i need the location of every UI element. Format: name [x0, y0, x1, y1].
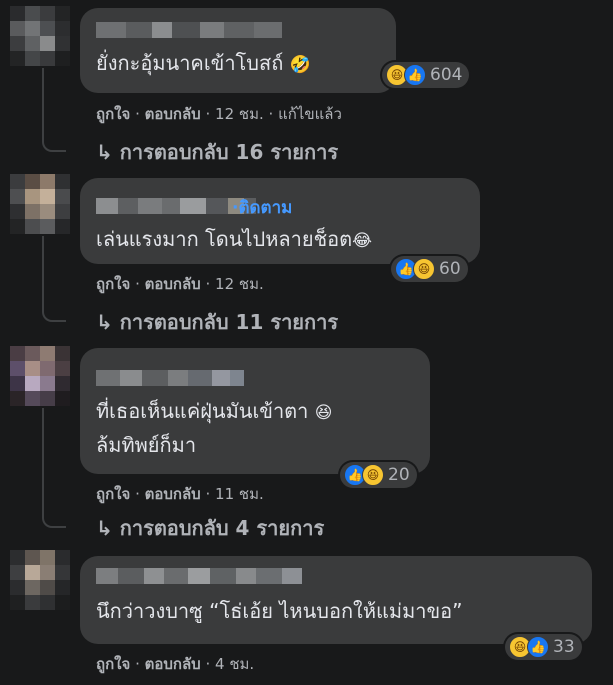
view-replies-link[interactable]: ↳ การตอบกลับ 4 รายการ [96, 512, 324, 544]
commenter-name-blurred[interactable] [96, 370, 244, 386]
thread-curve [42, 306, 66, 322]
reaction-count: 604 [430, 65, 463, 85]
thread-line [42, 68, 44, 140]
comment-actions: ถูกใจ · ตอบกลับ · 11 ชม. [96, 482, 264, 506]
comment-text-line2: ล้มทิพย์ก็มา [96, 433, 197, 457]
separator: · [268, 105, 274, 123]
joy-emoji-icon: 😂 [352, 231, 373, 251]
like-icon: 👍 [404, 64, 426, 86]
like-icon: 👍 [527, 636, 549, 658]
comment-text: เล่นแรงมาก โดนไปหลายช็อต😂 [96, 224, 372, 256]
view-replies-link[interactable]: ↳ การตอบกลับ 11 รายการ [96, 306, 338, 338]
comment-actions: ถูกใจ · ตอบกลับ · 12 ชม. [96, 272, 264, 296]
reaction-summary[interactable]: 👍 😆 20 [340, 462, 417, 488]
timestamp[interactable]: 12 ชม. [215, 275, 264, 293]
thread-curve [42, 136, 66, 152]
haha-icon: 😆 [413, 258, 435, 280]
separator: · [135, 105, 140, 123]
separator: · [205, 105, 211, 123]
edited-label: แก้ไขแล้ว [278, 105, 342, 123]
reaction-count: 60 [439, 259, 461, 279]
commenter-name-blurred[interactable] [96, 568, 302, 584]
timestamp[interactable]: 11 ชม. [215, 485, 264, 503]
reply-arrow-icon: ↳ [96, 310, 113, 334]
reaction-count: 20 [388, 465, 410, 485]
like-button[interactable]: ถูกใจ [96, 485, 130, 503]
separator: · [135, 655, 140, 673]
reply-button[interactable]: ตอบกลับ [145, 655, 201, 673]
timestamp[interactable]: 4 ชม. [215, 655, 254, 673]
like-button[interactable]: ถูกใจ [96, 275, 130, 293]
separator: · [135, 485, 140, 503]
timestamp[interactable]: 12 ชม. [215, 105, 264, 123]
view-replies-link[interactable]: ↳ การตอบกลับ 16 รายการ [96, 136, 338, 168]
thread-curve [42, 512, 66, 528]
separator: · [205, 275, 211, 293]
comment-actions: ถูกใจ · ตอบกลับ · 12 ชม. · แก้ไขแล้ว [96, 102, 342, 126]
separator: · [205, 485, 211, 503]
like-button[interactable]: ถูกใจ [96, 105, 130, 123]
avatar[interactable] [10, 346, 70, 406]
avatar[interactable] [10, 6, 70, 66]
laughing-emoji-icon: 😆 [314, 403, 333, 423]
rofl-emoji-icon: 🤣 [289, 55, 311, 75]
reaction-count: 33 [553, 637, 575, 657]
avatar[interactable] [10, 550, 70, 610]
reaction-summary[interactable]: 😆 👍 33 [505, 634, 582, 660]
separator: · [205, 655, 211, 673]
thread-line [42, 236, 44, 310]
haha-icon: 😆 [362, 464, 384, 486]
commenter-name-blurred[interactable] [96, 22, 282, 38]
comment-text: นึกว่าวงบาซู “โธ่เอ้ย ไหนบอกให้แม่มาขอ” [96, 599, 463, 623]
reply-arrow-icon: ↳ [96, 516, 113, 540]
reaction-summary[interactable]: 😆 👍 604 [382, 62, 470, 88]
follow-link[interactable]: ·ติดตาม [232, 194, 292, 221]
like-button[interactable]: ถูกใจ [96, 655, 130, 673]
comment-actions: ถูกใจ · ตอบกลับ · 4 ชม. [96, 652, 254, 676]
avatar[interactable] [10, 174, 70, 234]
reaction-summary[interactable]: 👍 😆 60 [391, 256, 468, 282]
reply-button[interactable]: ตอบกลับ [145, 105, 201, 123]
reply-button[interactable]: ตอบกลับ [145, 275, 201, 293]
reply-arrow-icon: ↳ [96, 140, 113, 164]
separator: · [135, 275, 140, 293]
reply-button[interactable]: ตอบกลับ [145, 485, 201, 503]
comment-text: ยั่งกะอุ้มนาคเข้าโบสถ์ 🤣 [96, 48, 311, 80]
thread-line [42, 408, 44, 516]
comment-text: ที่เธอเห็นแค่ฝุ่นมันเข้าตา 😆 [96, 396, 333, 428]
